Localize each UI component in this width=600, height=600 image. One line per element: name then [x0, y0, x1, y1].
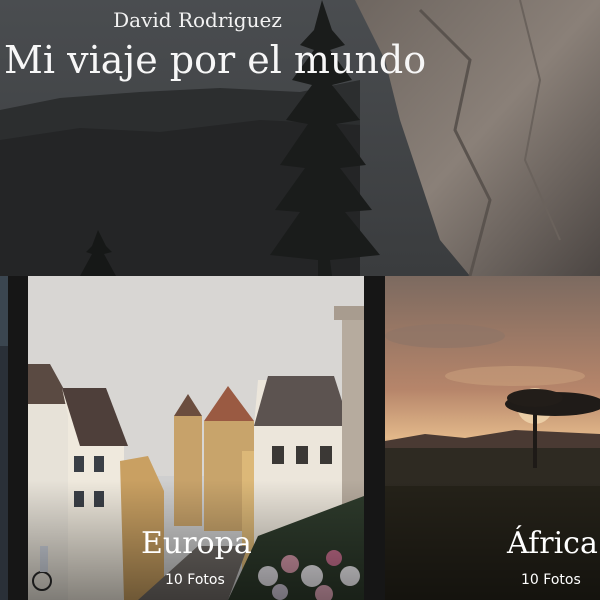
album-card-partial[interactable]: [0, 276, 8, 600]
page-title: Mi viaje por el mundo: [4, 38, 427, 82]
hero-banner: David Rodriguez Mi viaje por el mundo: [0, 0, 600, 276]
album-title-europa: Europa: [141, 526, 252, 561]
album-count-europa: 10 Fotos: [165, 572, 225, 588]
author-name: David Rodriguez: [113, 8, 282, 32]
album-card-partial-image: [0, 276, 8, 600]
album-card-europa[interactable]: Europa 10 Fotos: [28, 276, 364, 600]
album-title-africa: África: [507, 526, 598, 561]
album-gallery: Europa 10 Fotos África 10 Fotos: [0, 276, 600, 600]
album-count-africa: 10 Fotos: [521, 572, 581, 588]
album-card-africa[interactable]: África 10 Fotos: [385, 276, 600, 600]
